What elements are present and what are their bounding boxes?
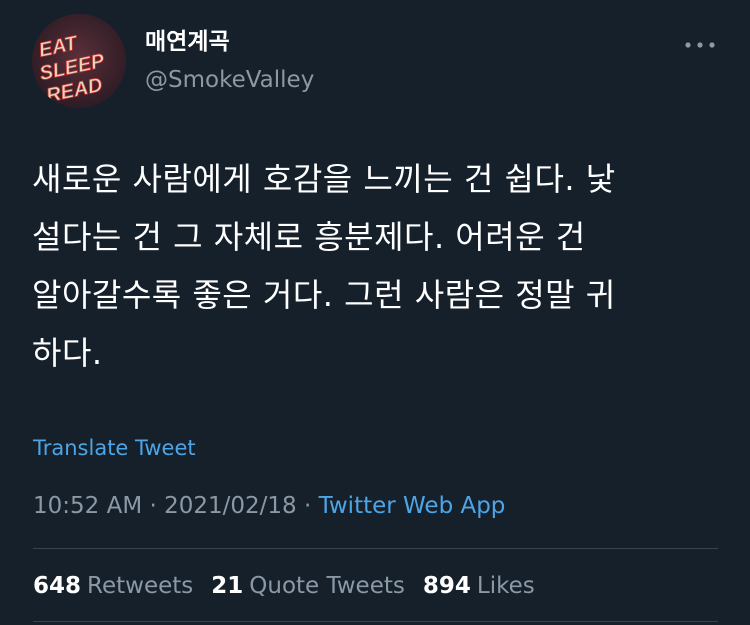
user-handle[interactable]: @SmokeValley (145, 66, 314, 94)
likes-count: 894 (422, 573, 471, 599)
likes-label: Likes (476, 573, 535, 599)
tweet-source-link[interactable]: Twitter Web App (319, 493, 506, 519)
tweet-text-line: 새로운 사람에게 호감을 느끼는 건 쉽다. 낯 (32, 160, 616, 198)
retweets-label: Retweets (87, 573, 194, 599)
meta-separator: · (304, 493, 312, 519)
tweet-text-line: 알아갈수록 좋은 거다. 그런 사람은 정말 귀 (32, 276, 616, 314)
avatar-image: EAT SLEEP READ (32, 14, 126, 108)
quote-tweets-label: Quote Tweets (249, 573, 405, 599)
retweets-count: 648 (33, 573, 82, 599)
more-dots-icon (685, 42, 715, 48)
translate-tweet-link[interactable]: Translate Tweet (33, 434, 196, 462)
retweets-stat[interactable]: 648 Retweets (33, 570, 193, 602)
likes-stat[interactable]: 894 Likes (423, 570, 535, 602)
tweet-text: 새로운 사람에게 호감을 느끼는 건 쉽다. 낯 설다는 건 그 자체로 흥분제… (32, 150, 722, 382)
tweet-time[interactable]: 10:52 AM (33, 493, 142, 519)
display-name[interactable]: 매연계곡 (145, 28, 230, 56)
tweet-stats: 648 Retweets 21 Quote Tweets 894 Likes (33, 570, 535, 602)
tweet-text-line: 하다. (32, 334, 103, 372)
tweet-metadata: 10:52 AM · 2021/02/18 · Twitter Web App (33, 490, 505, 522)
quote-tweets-count: 21 (211, 573, 244, 599)
meta-separator: · (149, 493, 157, 519)
tweet-date[interactable]: 2021/02/18 (164, 493, 297, 519)
tweet-detail: EAT SLEEP READ 매연계곡 @SmokeValley 새로운 사람에… (0, 0, 750, 625)
quote-tweets-stat[interactable]: 21 Quote Tweets (211, 570, 405, 602)
more-options-button[interactable] (680, 30, 720, 60)
avatar[interactable]: EAT SLEEP READ (32, 14, 126, 108)
tweet-text-line: 설다는 건 그 자체로 흥분제다. 어려운 건 (32, 218, 586, 256)
divider (33, 621, 718, 622)
divider (33, 548, 718, 549)
